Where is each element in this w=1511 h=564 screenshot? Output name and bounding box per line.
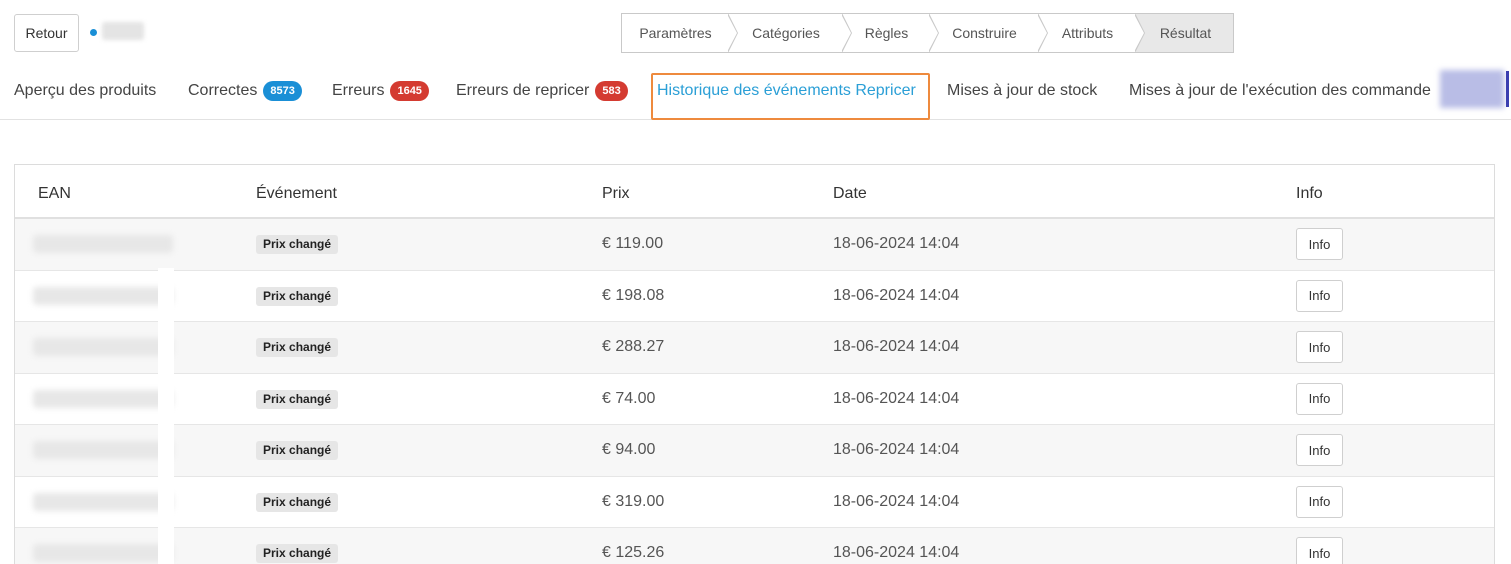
price-cell: € 125.26 [602,544,665,561]
price-cell: € 74.00 [602,389,656,407]
info-button[interactable]: Info [1296,485,1343,518]
step-construire[interactable]: Construire [930,14,1048,52]
table-row: Prix changé € 74.00 18-06-2024 14:04 Inf… [15,374,1494,425]
price-cell: € 119.00 [602,235,664,252]
date-cell: 18-06-2024 14:04 [833,492,960,510]
step-resultat[interactable]: Résultat [1136,14,1233,52]
redacted-account-name [102,22,144,40]
redacted-ean [33,492,173,511]
wizard-stepper: Paramètres Catégories Règles Construire … [621,13,1234,53]
tab-label: Correctes [188,82,258,99]
info-button[interactable]: Info [1296,382,1343,415]
redacted-ean [33,235,173,253]
step-label: Construire [952,25,1017,41]
table-header: EAN Événement Prix Date Info [15,165,1494,219]
step-categories[interactable]: Catégories [729,14,852,52]
date-cell: 18-06-2024 14:04 [833,338,960,355]
info-button[interactable]: Info [1296,331,1343,363]
event-badge: Prix changé [256,492,339,512]
step-regles[interactable]: Règles [843,14,939,52]
tab-label: Mises à jour de stock [947,82,1098,99]
table-row: Prix changé € 198.08 18-06-2024 14:04 In… [15,271,1494,322]
tab-label: Erreurs de repricer [456,82,590,99]
redacted-tab [1440,70,1504,108]
redacted-ean [33,338,173,356]
event-badge: Prix changé [256,544,339,563]
back-button[interactable]: Retour [14,14,79,52]
column-header-prix: Prix [602,185,630,202]
tab-label: Aperçu des produits [14,82,157,99]
info-button[interactable]: Info [1296,537,1343,564]
price-cell: € 94.00 [602,441,656,458]
event-badge: Prix changé [256,338,339,357]
column-header-date: Date [833,185,867,202]
events-table: EAN Événement Prix Date Info Prix changé… [14,164,1495,564]
date-cell: 18-06-2024 14:04 [833,441,960,458]
step-attributs[interactable]: Attributs [1039,14,1145,52]
price-cell: € 288.27 [602,338,665,355]
count-badge: 8573 [263,81,302,101]
step-label: Résultat [1159,25,1212,41]
step-label: Attributs [1061,25,1114,41]
redacted-ean [33,389,173,408]
table-row: Prix changé € 319.00 18-06-2024 14:04 In… [15,477,1494,528]
table-row: Prix changé € 119.00 18-06-2024 14:04 In… [15,219,1494,271]
redaction-strip [158,268,174,564]
column-header-ean: EAN [38,185,71,202]
price-cell: € 198.08 [602,286,665,304]
status-dot [90,29,97,36]
step-label: Catégories [752,25,820,41]
event-badge: Prix changé [256,441,339,460]
date-cell: 18-06-2024 14:04 [833,286,960,304]
tab-correctes[interactable]: Correctes 8573 [188,80,302,102]
table-row: Prix changé € 94.00 18-06-2024 14:04 Inf… [15,425,1494,477]
info-button[interactable]: Info [1296,279,1343,312]
event-badge: Prix changé [256,389,339,409]
info-button[interactable]: Info [1296,434,1343,466]
tab-erreurs[interactable]: Erreurs 1645 [332,80,429,102]
date-cell: 18-06-2024 14:04 [833,389,960,407]
event-badge: Prix changé [256,286,339,306]
redacted-ean [33,441,173,459]
table-row: Prix changé € 288.27 18-06-2024 14:04 In… [15,322,1494,374]
tab-historique-repricer[interactable]: Historique des événements Repricer [657,80,916,102]
result-tabs: Aperçu des produits Correctes 8573 Erreu… [0,70,1511,120]
date-cell: 18-06-2024 14:04 [833,544,960,561]
redacted-ean [33,286,173,305]
tab-mises-a-jour-commandes[interactable]: Mises à jour de l'exécution des commande [1129,80,1431,102]
step-label: Règles [864,25,909,41]
step-parametres[interactable]: Paramètres [622,14,738,52]
count-badge: 583 [595,81,628,101]
date-cell: 18-06-2024 14:04 [833,235,960,252]
tab-mises-a-jour-stock[interactable]: Mises à jour de stock [947,80,1097,102]
table-row: Prix changé € 125.26 18-06-2024 14:04 In… [15,528,1494,564]
tab-apercu-produits[interactable]: Aperçu des produits [14,80,156,102]
column-header-info: Info [1296,185,1323,202]
step-label: Paramètres [639,25,712,41]
column-header-evenement: Événement [256,185,337,202]
event-badge: Prix changé [256,235,339,254]
tab-label: Erreurs [332,82,385,99]
count-badge: 1645 [390,81,429,101]
price-cell: € 319.00 [602,492,665,510]
redacted-ean [33,544,173,562]
tab-label: Mises à jour de l'exécution des commande [1129,82,1431,99]
tab-erreurs-repricer[interactable]: Erreurs de repricer 583 [456,80,628,102]
tab-label: Historique des événements Repricer [657,82,916,99]
info-button[interactable]: Info [1296,228,1343,260]
tab-scroll-edge [1506,71,1509,107]
